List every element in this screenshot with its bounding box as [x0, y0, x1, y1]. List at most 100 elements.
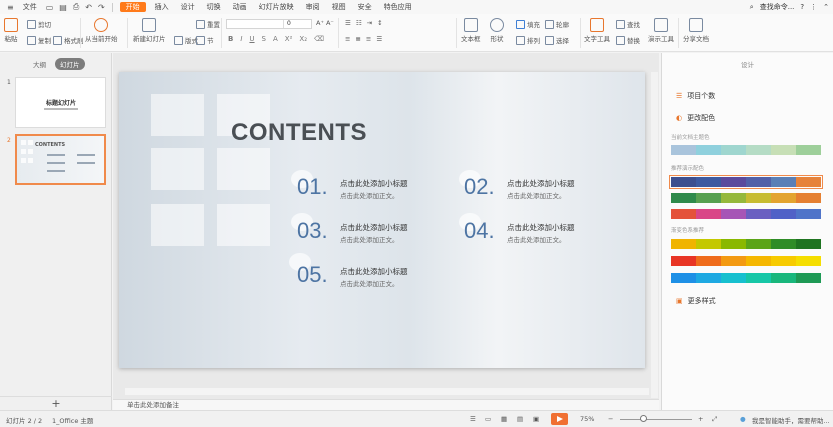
zoom-level[interactable]: 75% [580, 415, 594, 423]
slide-thumbnail-1[interactable]: 标题幻灯片 [15, 77, 106, 128]
more-styles-button[interactable]: ▣ 更多样式 [676, 296, 716, 306]
tab-slideshow[interactable]: 幻灯片放映 [253, 0, 300, 14]
color-scheme-current[interactable] [671, 145, 821, 155]
section-button[interactable]: 节 [196, 35, 214, 45]
strikethrough-icon[interactable]: S [262, 35, 266, 43]
layout-button[interactable]: 版式 [174, 35, 198, 45]
shapes-button[interactable]: 形状 [490, 18, 504, 43]
tab-animation[interactable]: 动画 [227, 0, 253, 14]
fill-button[interactable]: 填充 [516, 19, 540, 29]
italic-icon[interactable]: I [240, 35, 242, 43]
print-icon[interactable]: ⎙ [70, 2, 82, 12]
zoom-slider-handle[interactable] [640, 415, 647, 422]
undo-icon[interactable]: ↶ [82, 3, 95, 12]
font-color-icon[interactable]: A [273, 35, 278, 43]
tab-outline[interactable]: 大纲 [28, 58, 51, 70]
search-command[interactable]: 查找命令... [760, 2, 795, 12]
normal-view-icon[interactable]: ▭ [485, 415, 491, 423]
font-name-select[interactable]: 0 [226, 19, 312, 29]
color-scheme-2[interactable] [671, 193, 821, 203]
font-size-select[interactable]: 0 [283, 20, 311, 28]
bold-icon[interactable]: B [228, 35, 233, 43]
notes-toggle-icon[interactable]: ☰ [470, 415, 476, 423]
open-icon[interactable]: ▤ [56, 3, 70, 12]
color-scheme-3[interactable] [671, 209, 821, 219]
tab-review[interactable]: 审阅 [300, 0, 326, 14]
cut-button[interactable]: 剪切 [27, 19, 51, 29]
reset-button[interactable]: 重置 [196, 19, 220, 29]
contents-item-4[interactable]: 04. 点击此处添加小标题 点击此处添加正文。 [464, 218, 614, 248]
color-scheme-5[interactable] [671, 256, 821, 266]
vertical-scrollbar[interactable] [651, 72, 658, 398]
help-icon[interactable]: ? [800, 3, 804, 11]
format-painter-button[interactable]: 格式刷 [53, 35, 84, 45]
clear-format-icon[interactable]: ⌫ [314, 35, 324, 43]
smart-art-button[interactable]: 演示工具 [648, 18, 674, 43]
slide-thumbnail-2[interactable]: CONTENTS [15, 134, 106, 185]
fit-window-icon[interactable]: ⤢ [712, 415, 717, 424]
play-current-button[interactable]: 从当前开始 [85, 18, 118, 43]
zoom-out-icon[interactable]: − [608, 415, 613, 423]
assistant-icon[interactable]: ● [740, 415, 746, 423]
tab-security[interactable]: 安全 [352, 0, 378, 14]
file-menu[interactable]: 文件 [17, 0, 43, 14]
color-scheme-1[interactable] [669, 175, 823, 189]
reading-view-icon[interactable]: ▤ [517, 415, 523, 423]
grow-font-button[interactable]: A⁺ A⁻ [316, 19, 334, 27]
tab-transitions[interactable]: 切换 [201, 0, 227, 14]
tab-insert[interactable]: 插入 [149, 0, 175, 14]
more-icon[interactable]: ⋮ [810, 3, 817, 11]
color-scheme-6[interactable] [671, 273, 821, 283]
sorter-view-icon[interactable]: ▦ [501, 415, 507, 423]
contents-item-1[interactable]: 01. 点击此处添加小标题 点击此处添加正文。 [297, 174, 447, 204]
slide-title[interactable]: CONTENTS [231, 119, 367, 147]
tab-home[interactable]: 开始 [119, 2, 146, 12]
menu-icon[interactable]: ≡ [4, 3, 17, 12]
current-slide[interactable]: CONTENTS 01. 点击此处添加小标题 点击此处添加正文。 02. 点击此… [119, 72, 645, 368]
paste-button[interactable]: 粘贴 [4, 18, 18, 43]
tab-view[interactable]: 视图 [326, 0, 352, 14]
bullet-list-icon[interactable]: ☰ [345, 19, 351, 27]
add-slide-button[interactable]: + [0, 396, 112, 410]
tab-design[interactable]: 设计 [175, 0, 201, 14]
contents-item-3[interactable]: 03. 点击此处添加小标题 点击此处添加正文。 [297, 218, 447, 248]
horizontal-scrollbar[interactable] [125, 388, 649, 395]
share-button[interactable]: 分享文档 [683, 18, 709, 43]
superscript-icon[interactable]: X² [285, 35, 293, 43]
outline-button[interactable]: 轮廓 [545, 19, 569, 29]
zoom-slider[interactable] [620, 419, 692, 420]
redo-icon[interactable]: ↷ [95, 3, 108, 12]
align-right-icon[interactable]: ≡ [366, 35, 371, 43]
slideshow-view-icon[interactable]: ▣ [533, 415, 539, 423]
notes-pane[interactable]: 单击此处添加备注 [113, 399, 659, 410]
subscript-icon[interactable]: X₂ [299, 35, 307, 43]
tab-slides[interactable]: 幻灯片 [55, 58, 85, 70]
arrange-button[interactable]: 排列 [516, 35, 540, 45]
find-button[interactable]: 查找 [616, 19, 640, 29]
tab-features[interactable]: 特色应用 [378, 0, 418, 14]
copy-button[interactable]: 复制 [27, 35, 51, 45]
line-spacing-icon[interactable]: ↕ [377, 19, 382, 27]
text-tools-button[interactable]: 文字工具 [584, 18, 610, 43]
replace-button[interactable]: 替换 [616, 35, 640, 45]
contents-item-2[interactable]: 02. 点击此处添加小标题 点击此处添加正文。 [464, 174, 614, 204]
underline-icon[interactable]: U [249, 35, 254, 43]
justify-icon[interactable]: ☰ [376, 35, 382, 43]
indent-icon[interactable]: ⇥ [367, 19, 372, 27]
numbered-list-icon[interactable]: ☷ [356, 19, 362, 27]
save-icon[interactable]: ▭ [43, 3, 57, 12]
zoom-in-icon[interactable]: + [698, 415, 703, 423]
color-scheme-4[interactable] [671, 239, 821, 249]
project-style-button[interactable]: ☰ 项目个数 [676, 91, 715, 101]
align-center-icon[interactable]: ≣ [355, 35, 360, 43]
select-button[interactable]: 选择 [545, 35, 569, 45]
assistant-text[interactable]: 我是智能助手，需要帮助... [752, 415, 830, 425]
new-slide-button[interactable]: 新建幻灯片 [133, 18, 166, 43]
search-icon[interactable]: ⌕ [750, 3, 754, 12]
contents-item-5[interactable]: 05. 点击此处添加小标题 点击此处添加正文。 [297, 262, 447, 292]
collapse-icon[interactable]: ⌃ [823, 3, 829, 11]
play-slideshow-button[interactable] [551, 413, 568, 425]
change-color-button[interactable]: ◐ 更改配色 [676, 113, 715, 123]
text-box-button[interactable]: 文本框 [461, 18, 481, 43]
align-left-icon[interactable]: ≡ [345, 35, 350, 43]
